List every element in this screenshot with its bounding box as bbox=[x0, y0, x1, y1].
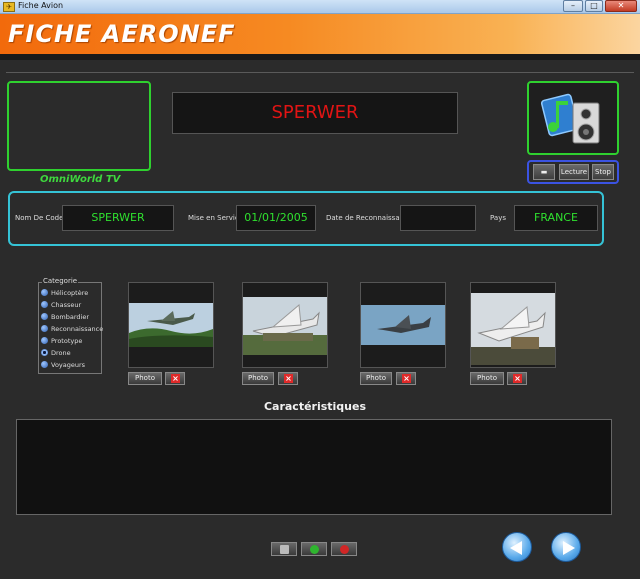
photo-frame-3 bbox=[360, 282, 446, 368]
characteristics-textarea[interactable] bbox=[16, 419, 612, 515]
delete-icon: × bbox=[171, 374, 180, 383]
photo-button-4[interactable]: Photo bbox=[470, 372, 504, 385]
delete-icon: × bbox=[284, 374, 293, 383]
category-option-reconnaissance[interactable]: Reconnaissance bbox=[41, 324, 103, 334]
save-button[interactable] bbox=[301, 542, 327, 556]
video-panel bbox=[7, 81, 151, 171]
previous-button[interactable] bbox=[502, 532, 532, 562]
delete-photo-button-2[interactable]: × bbox=[278, 372, 298, 385]
aircraft-photo-1 bbox=[129, 303, 213, 347]
aircraft-photo-4 bbox=[471, 293, 555, 365]
delete-icon: × bbox=[402, 374, 411, 383]
category-option-bombardier[interactable]: Bombardier bbox=[41, 312, 89, 322]
banner-divider bbox=[0, 54, 640, 60]
photo-button-3[interactable]: Photo bbox=[360, 372, 392, 385]
country-label: Pays bbox=[490, 214, 506, 222]
app-icon: ✈ bbox=[3, 2, 15, 12]
code-label: Nom De Code bbox=[15, 214, 64, 222]
media-player-panel[interactable] bbox=[527, 81, 619, 155]
brand-logo: OmniWorld TV bbox=[40, 174, 121, 185]
service-label: Mise en Service bbox=[188, 214, 244, 222]
arrow-left-icon bbox=[510, 541, 522, 555]
radio-icon bbox=[41, 289, 48, 296]
category-option-chasseur[interactable]: Chasseur bbox=[41, 300, 81, 310]
next-button[interactable] bbox=[551, 532, 581, 562]
eject-button[interactable]: ▬ bbox=[533, 164, 555, 180]
photo-frame-2 bbox=[242, 282, 328, 368]
category-option-helicoptere[interactable]: Hélicoptère bbox=[41, 288, 88, 298]
aircraft-photo-2 bbox=[243, 297, 327, 355]
aircraft-name-display: SPERWER bbox=[172, 92, 458, 134]
photo-button-1[interactable]: Photo bbox=[128, 372, 162, 385]
photo-frame-4 bbox=[470, 282, 556, 368]
window-titlebar: ✈ Fiche Avion – □ ✕ bbox=[0, 0, 640, 14]
radio-checked-icon bbox=[41, 349, 48, 356]
delete-photo-button-1[interactable]: × bbox=[165, 372, 185, 385]
window-title: Fiche Avion bbox=[18, 1, 64, 10]
minimize-button[interactable]: – bbox=[563, 0, 583, 12]
radio-icon bbox=[41, 313, 48, 320]
close-button[interactable]: ✕ bbox=[605, 0, 637, 12]
category-option-voyageurs[interactable]: Voyageurs bbox=[41, 360, 85, 370]
category-title: Categorie bbox=[42, 277, 79, 285]
delete-icon: × bbox=[513, 374, 522, 383]
category-option-drone[interactable]: Drone bbox=[41, 348, 71, 358]
header-banner: FICHE AERONEF bbox=[0, 14, 640, 54]
radio-icon bbox=[41, 361, 48, 368]
print-icon bbox=[280, 545, 289, 554]
delete-photo-button-4[interactable]: × bbox=[507, 372, 527, 385]
country-field[interactable]: FRANCE bbox=[514, 205, 598, 231]
stop-button[interactable]: Stop bbox=[592, 164, 614, 180]
aircraft-photo-3 bbox=[361, 305, 445, 345]
radio-icon bbox=[41, 325, 48, 332]
play-button[interactable]: Lecture bbox=[559, 164, 589, 180]
check-icon bbox=[310, 545, 319, 554]
radio-icon bbox=[41, 337, 48, 344]
maximize-button[interactable]: □ bbox=[585, 0, 603, 12]
recognition-date-field[interactable] bbox=[400, 205, 476, 231]
arrow-right-icon bbox=[563, 541, 575, 555]
music-speaker-icon bbox=[540, 93, 600, 144]
code-field[interactable]: SPERWER bbox=[62, 205, 174, 231]
top-divider bbox=[6, 72, 634, 73]
photo-frame-1 bbox=[128, 282, 214, 368]
cancel-icon bbox=[340, 545, 349, 554]
service-date-field[interactable]: 01/01/2005 bbox=[236, 205, 316, 231]
photo-button-2[interactable]: Photo bbox=[242, 372, 274, 385]
characteristics-title: Caractéristiques bbox=[263, 400, 367, 413]
print-button[interactable] bbox=[271, 542, 297, 556]
radio-icon bbox=[41, 301, 48, 308]
category-option-prototype[interactable]: Prototype bbox=[41, 336, 82, 346]
delete-photo-button-3[interactable]: × bbox=[396, 372, 416, 385]
page-title: FICHE AERONEF bbox=[8, 20, 236, 48]
delete-record-button[interactable] bbox=[331, 542, 357, 556]
